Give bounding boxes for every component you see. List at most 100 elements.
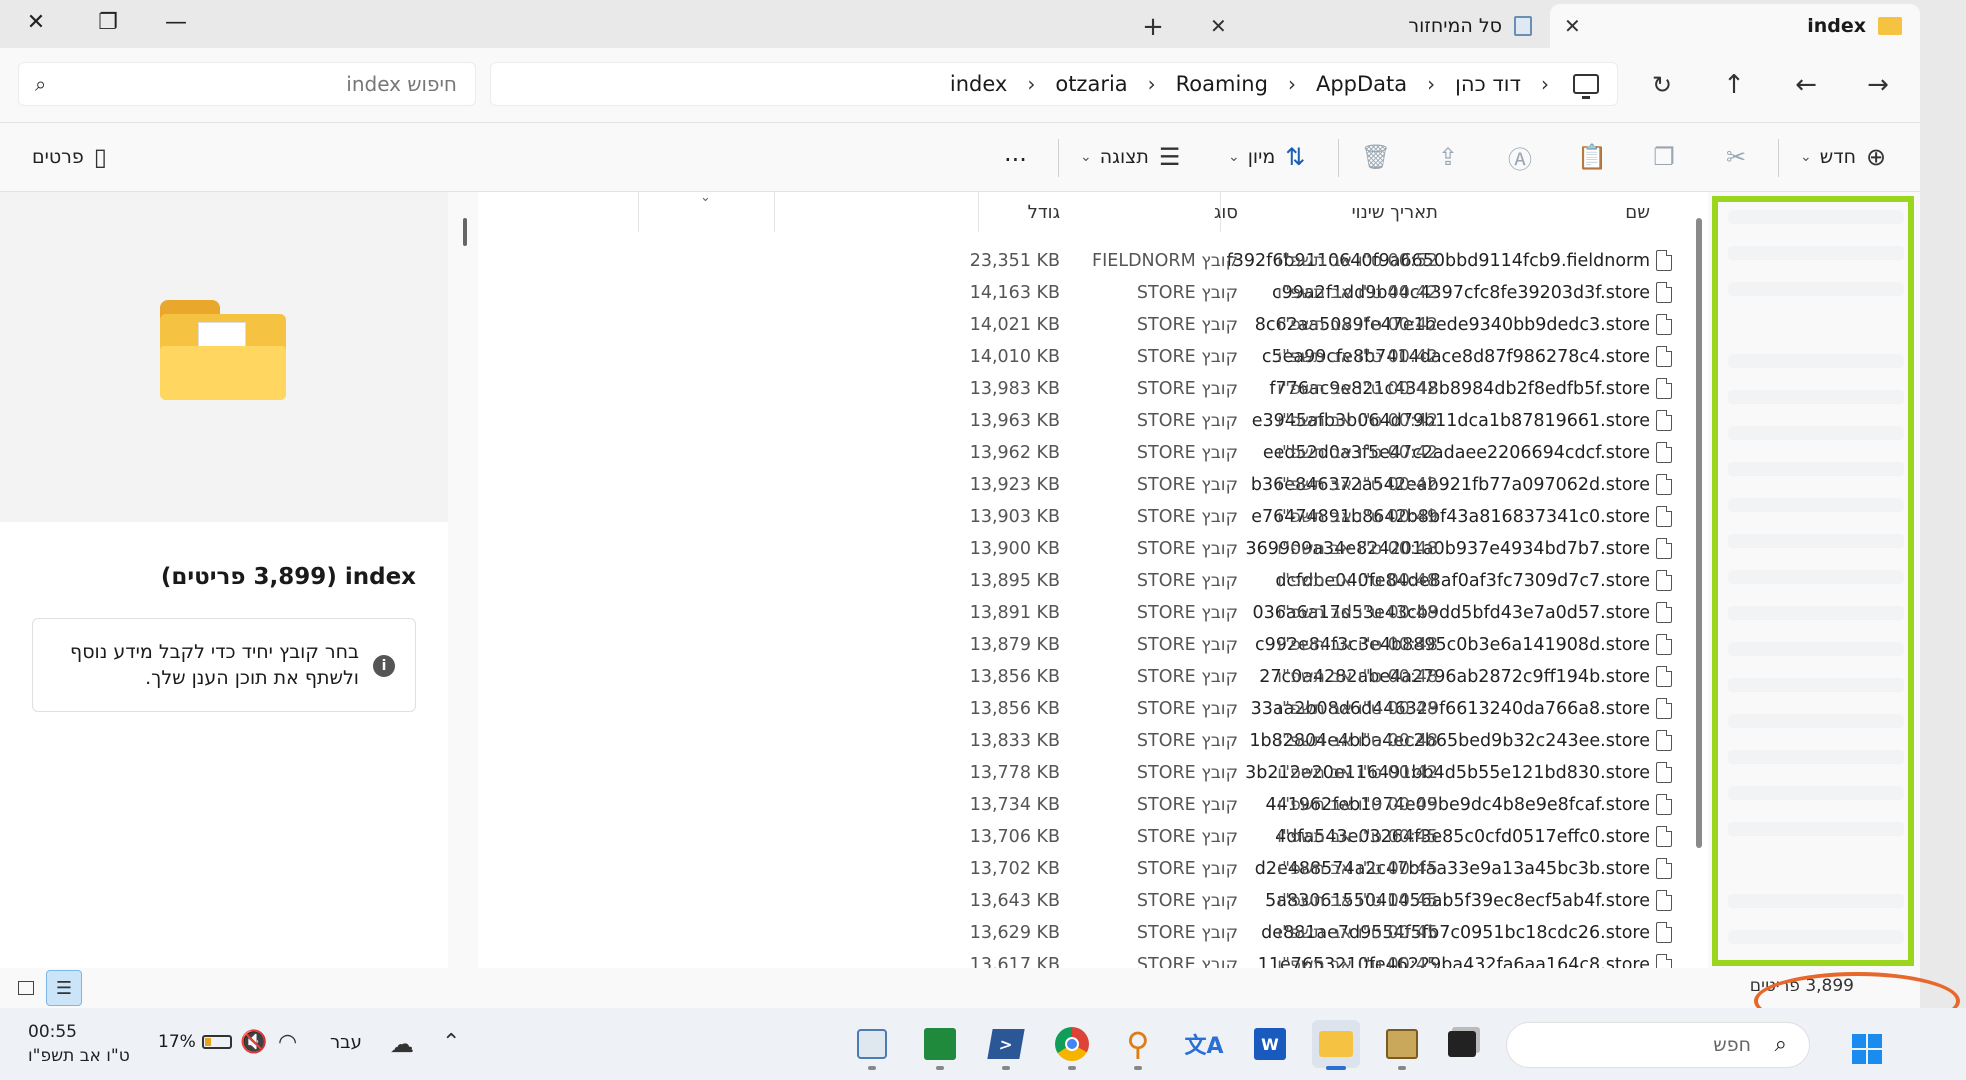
taskbar-app-translator[interactable]: 文A (1180, 1020, 1228, 1068)
file-row[interactable]: 33aa2b08d6d446329f6613240da766a8.store 00… (478, 694, 1708, 726)
file-row[interactable]: f392f6b9110640f9a6650bbd9114fcb9.fieldno… (478, 246, 1708, 278)
column-label: תאריך שינוי (1351, 201, 1438, 223)
restore-window-button[interactable]: ❐ (72, 0, 144, 44)
file-row[interactable]: 441962feb1974e09be9dc4b8e9e8fcaf.store 00… (478, 790, 1708, 822)
file-row[interactable]: 8c62aa5089fe47e1bede9340bb9dedc3.store 00… (478, 310, 1708, 342)
file-row[interactable]: de881ae7d9554f5fb7c0951bc18cdc26.store 00… (478, 918, 1708, 950)
details-button[interactable]: ▯ פרטים (32, 143, 107, 171)
breadcrumb-item[interactable]: index (950, 72, 1007, 96)
more-options-button[interactable]: ... (1004, 139, 1027, 167)
close-window-button[interactable]: ✕ (0, 0, 72, 44)
refresh-button[interactable]: ↻ (1644, 70, 1680, 100)
battery-indicator[interactable]: 17% (158, 1032, 232, 1052)
minimize-window-button[interactable]: — (140, 0, 212, 44)
vertical-scrollbar[interactable] (1696, 218, 1702, 848)
file-date: 00:48 ט"ו אב תשפ"ו (1277, 699, 1438, 719)
search-input[interactable]: חיפוש index ⌕ (18, 62, 476, 106)
taskbar-app-terminal[interactable] (1438, 1020, 1486, 1068)
new-tab-button[interactable]: + (1136, 10, 1170, 44)
file-row[interactable]: b36e846372a542eab921fb77a097062d.store 00… (478, 470, 1708, 502)
file-type: קובץ STORE (1136, 603, 1238, 623)
chevron-icon[interactable]: ‹ (1027, 72, 1035, 96)
file-row[interactable]: 369909a34e824201a0b937e4934bd7b7.store 00… (478, 534, 1708, 566)
chevron-icon[interactable]: ‹ (1288, 72, 1296, 96)
file-row[interactable]: 11e7653210fe46229ba432fa6aa164c8.store 00… (478, 950, 1708, 968)
cut-button[interactable]: ✂ (1716, 139, 1756, 175)
taskbar-app-chrome[interactable] (1048, 1020, 1096, 1070)
file-row[interactable]: 27c0a4282abe4a2796ab2872c9ff194b.store 00… (478, 662, 1708, 694)
tab-label: סל המיחזור (1408, 15, 1502, 37)
file-row[interactable]: 3b212e20e116491bb4d5b55e121bd830.store 00… (478, 758, 1708, 790)
file-type: קובץ STORE (1136, 475, 1238, 495)
details-title: index (3,899 פריטים) (160, 564, 416, 590)
copy-button[interactable]: ❐ (1644, 139, 1684, 175)
column-divider[interactable] (638, 192, 639, 232)
file-row[interactable]: 4dfa543e03264f3e85c0cfd0517effc0.store 00… (478, 822, 1708, 854)
file-row[interactable]: e76474891b8642b8bf43a816837341c0.store 00… (478, 502, 1708, 534)
paste-button[interactable]: 📋 (1572, 139, 1612, 175)
this-pc-icon[interactable] (1573, 74, 1599, 99)
tab-index[interactable]: index ✕ (1550, 4, 1920, 48)
sort-button[interactable]: ⇅ מיון ⌄ (1228, 143, 1305, 171)
close-tab-icon[interactable]: ✕ (1564, 14, 1581, 38)
close-tab-icon[interactable]: ✕ (1210, 14, 1227, 38)
forward-button[interactable]: → (1860, 70, 1896, 100)
back-button[interactable]: ← (1788, 70, 1824, 100)
volume-muted-icon[interactable]: 🔇 (240, 1030, 267, 1055)
file-type: קובץ STORE (1136, 315, 1238, 335)
tab-recycle-bin[interactable]: סל המיחזור ✕ (1196, 4, 1550, 48)
wifi-icon[interactable]: ◠ (278, 1030, 297, 1055)
taskbar-app-sheets[interactable] (916, 1020, 964, 1070)
taskbar-app-python[interactable] (848, 1020, 896, 1070)
file-row[interactable]: eed52d0a3f5e47c2adaee2206694cdcf.store 00… (478, 438, 1708, 470)
chevron-icon[interactable]: ‹ (1148, 72, 1156, 96)
file-icon (1656, 794, 1672, 815)
taskbar-app-file-explorer[interactable] (1312, 1020, 1360, 1070)
taskbar-app-powershell[interactable]: > (982, 1020, 1030, 1070)
column-label: סוג (1213, 201, 1238, 223)
pane-splitter[interactable] (448, 192, 478, 968)
delete-button[interactable]: 🗑 (1356, 139, 1396, 175)
rename-button[interactable]: Ⓐ (1500, 139, 1540, 175)
splitter-grip[interactable] (463, 218, 467, 246)
chevron-icon[interactable]: ‹ (1427, 72, 1435, 96)
language-indicator[interactable]: עבר (330, 1032, 362, 1053)
file-row[interactable]: 036a6a17d53e43cb9dd5bfd43e7a0d57.store 00… (478, 598, 1708, 630)
clock[interactable]: 00:55 ט"ו אב תשפ"ו (28, 1020, 130, 1068)
taskbar-app-otzaria[interactable] (1378, 1020, 1426, 1070)
toolbar-divider (1778, 139, 1779, 177)
breadcrumb-item[interactable]: Roaming (1176, 72, 1268, 96)
file-row[interactable]: c992e84f3c3e4b8895c0b3e6a141908d.store 00… (478, 630, 1708, 662)
details-view-button[interactable]: ☰ (46, 970, 82, 1006)
view-button[interactable]: ☰ תצוגה ⌄ (1080, 143, 1180, 171)
file-size: 13,895 KB (969, 571, 1060, 591)
cloud-icon[interactable]: ☁ (390, 1030, 414, 1058)
windows-start-icon[interactable] (1852, 1034, 1882, 1064)
breadcrumb-item[interactable]: otzaria (1055, 72, 1127, 96)
view-label: תצוגה (1099, 146, 1149, 168)
folder-icon (160, 300, 286, 400)
file-row[interactable]: dcfdbe040fe84de8af0af3fc7309d7c7.store 00… (478, 566, 1708, 598)
address-bar[interactable]: ‹ דוד כהן ‹ AppData ‹ Roaming ‹ otzaria … (490, 62, 1618, 106)
up-button[interactable]: ↑ (1716, 70, 1752, 100)
taskbar-search[interactable]: ⌕ חפש (1506, 1022, 1810, 1068)
file-row[interactable]: 5a8306155041456ab5f39ec8ecf5ab4f.store 00… (478, 886, 1708, 918)
file-row[interactable]: f776ac9e821c4348b8984db2f8edfb5f.store 00… (478, 374, 1708, 406)
taskbar-app-search-tool[interactable]: ⚲ (1114, 1020, 1162, 1070)
file-size: 13,962 KB (969, 443, 1060, 463)
tiles-view-button[interactable] (8, 970, 44, 1006)
file-row[interactable]: d2e488574a2c47bfaa33e9a13a45bc3b.store 00… (478, 854, 1708, 886)
breadcrumb-item[interactable]: דוד כהן (1455, 72, 1521, 96)
new-button[interactable]: ⊕ חדש ⌄ (1800, 143, 1886, 171)
file-row[interactable]: 1b82804e4bba4ec2b65bed9b32c243ee.store 00… (478, 726, 1708, 758)
breadcrumb-item[interactable]: AppData (1316, 72, 1407, 96)
chevron-icon[interactable]: ‹ (1541, 72, 1549, 96)
file-row[interactable]: c99a2f1dd9b44c4397cfc8fe39203d3f.store 00… (478, 278, 1708, 310)
file-size: 13,963 KB (969, 411, 1060, 431)
taskbar-app-word[interactable]: W (1246, 1020, 1294, 1068)
chevron-up-icon[interactable]: ⌃ (442, 1030, 460, 1055)
file-row[interactable]: e3945afb3b064d79b11dca1b87819661.store 00… (478, 406, 1708, 438)
share-button[interactable]: ⇪ (1428, 139, 1468, 175)
file-row[interactable]: c5ea99cfe8b7414dace8d87f986278c4.store 00… (478, 342, 1708, 374)
plus-circle-icon: ⊕ (1865, 143, 1887, 171)
